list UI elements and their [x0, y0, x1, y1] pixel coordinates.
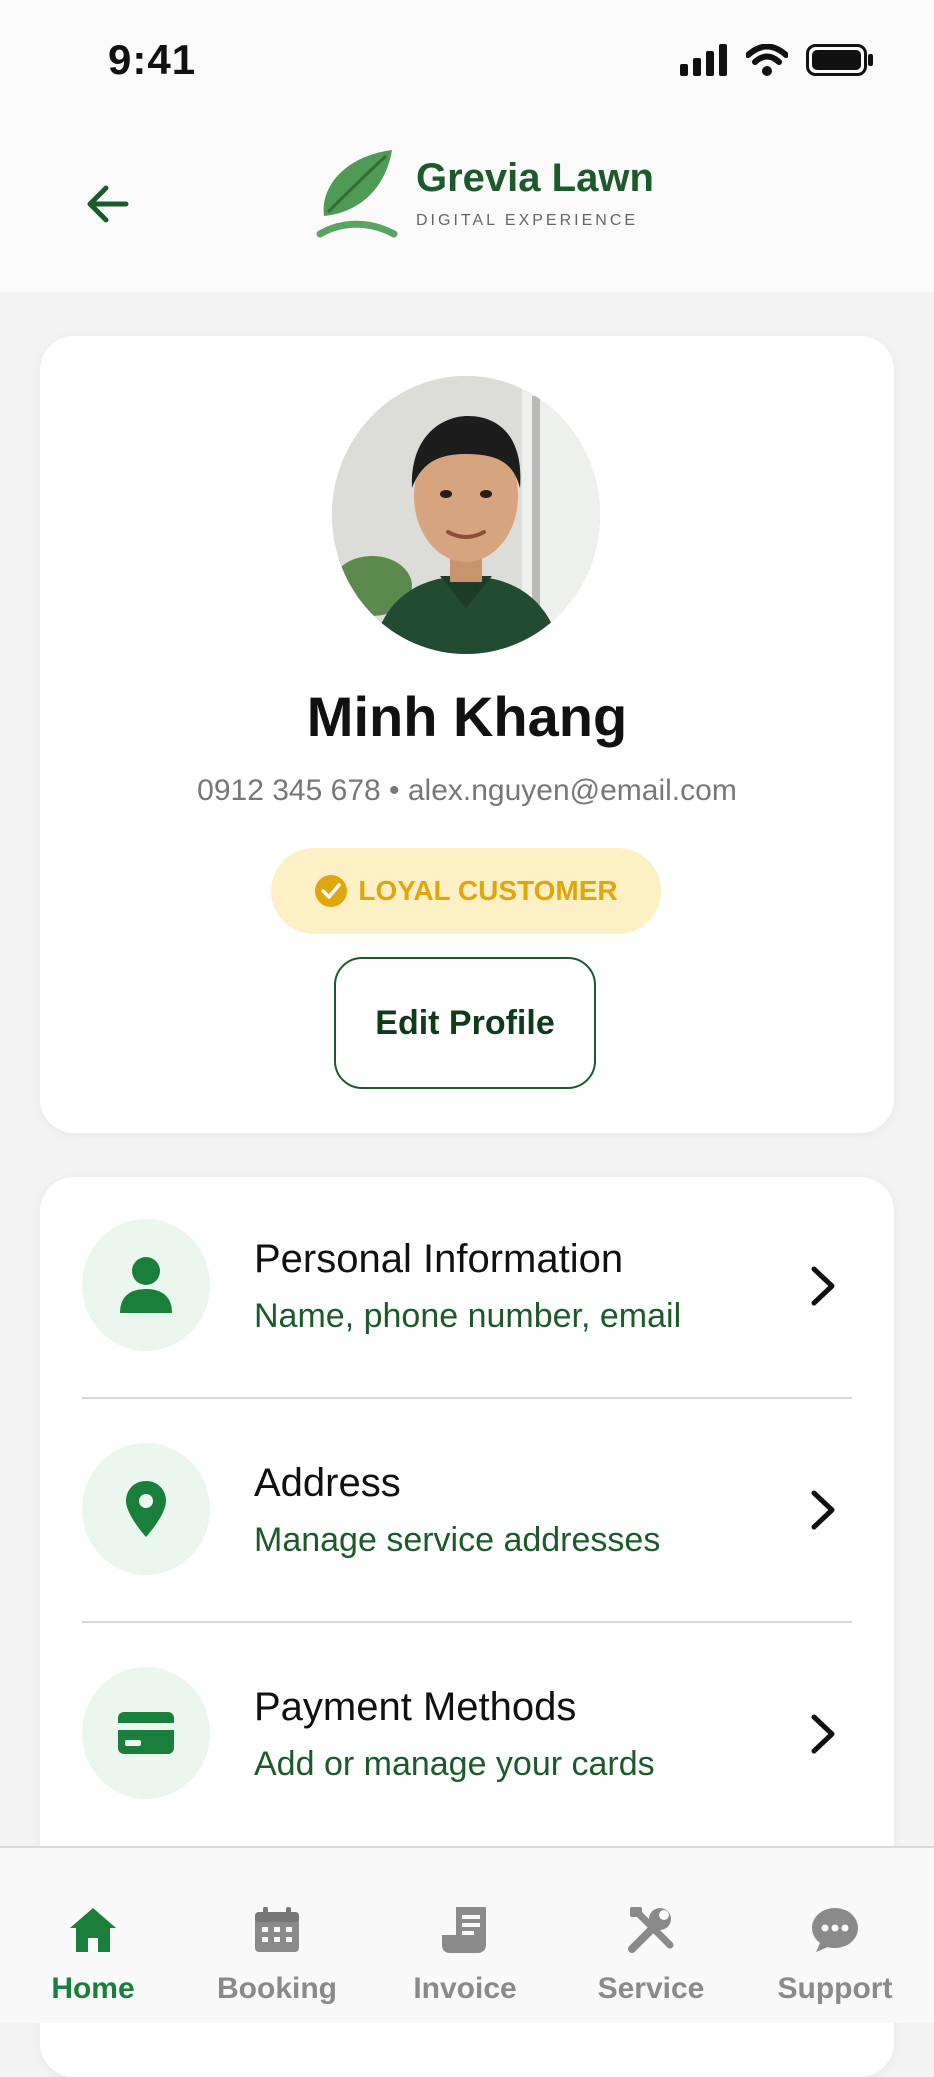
home-icon	[70, 1908, 116, 1952]
check-circle-icon	[315, 875, 348, 907]
leaf-logo-icon	[316, 150, 398, 238]
header-bar: 9:41 Grevia Lawn DIGITAL EXPERIENCE	[0, 0, 934, 292]
invoice-icon	[442, 1907, 486, 1953]
menu-item-personal-information[interactable]: Personal Information Name, phone number,…	[40, 1177, 894, 1367]
credit-card-icon	[118, 1712, 174, 1754]
badge-label: LOYAL CUSTOMER	[358, 875, 618, 906]
nav-label: Support	[777, 1972, 893, 2005]
divider	[82, 1397, 852, 1399]
nav-booking[interactable]: Booking	[184, 1848, 370, 2023]
person-icon	[120, 1257, 172, 1313]
nav-support[interactable]: Support	[742, 1848, 928, 2023]
edit-profile-button[interactable]: Edit Profile	[334, 957, 596, 1089]
menu-item-subtitle: Name, phone number, email	[254, 1297, 682, 1335]
menu-item-title: Personal Information	[254, 1237, 624, 1281]
profile-card: Minh Khang 0912 345 678 • alex.nguyen@em…	[40, 336, 894, 1133]
brand-name: Grevia Lawn	[416, 156, 654, 200]
nav-label: Home	[51, 1972, 135, 2005]
status-icons	[680, 44, 874, 76]
chevron-right-icon	[811, 1490, 835, 1530]
nav-label: Invoice	[413, 1972, 517, 2005]
nav-service[interactable]: Service	[558, 1848, 744, 2023]
wifi-icon	[746, 44, 788, 76]
nav-home[interactable]: Home	[0, 1848, 186, 2023]
menu-item-payment-methods[interactable]: Payment Methods Add or manage your cards	[40, 1625, 894, 1815]
status-time: 9:41	[108, 36, 197, 83]
tools-icon	[628, 1907, 674, 1953]
chat-icon	[812, 1908, 858, 1952]
location-pin-icon	[126, 1481, 166, 1537]
brand-logo: Grevia Lawn DIGITAL EXPERIENCE	[316, 146, 654, 242]
menu-item-subtitle: Manage service addresses	[254, 1521, 661, 1559]
status-badge: LOYAL CUSTOMER	[271, 848, 661, 934]
menu-item-address[interactable]: Address Manage service addresses	[40, 1401, 894, 1591]
chevron-right-icon	[811, 1714, 835, 1754]
nav-label: Service	[597, 1972, 705, 2005]
calendar-icon	[255, 1907, 299, 1952]
brand-tagline: DIGITAL EXPERIENCE	[416, 212, 639, 229]
divider	[82, 1621, 852, 1623]
chevron-right-icon	[811, 1266, 835, 1306]
menu-item-subtitle: Add or manage your cards	[254, 1745, 655, 1783]
menu-item-title: Address	[254, 1461, 401, 1505]
battery-icon	[806, 44, 873, 76]
avatar	[332, 376, 600, 654]
nav-invoice[interactable]: Invoice	[372, 1848, 558, 2023]
signal-icon	[680, 44, 727, 76]
menu-item-title: Payment Methods	[254, 1685, 577, 1729]
nav-label: Booking	[217, 1972, 337, 2005]
back-arrow-icon[interactable]	[80, 176, 136, 232]
bottom-navigation: Home Booking Invoice Service Support	[0, 1846, 934, 2023]
profile-contact: 0912 345 678 • alex.nguyen@email.com	[197, 774, 737, 807]
profile-name: Minh Khang	[306, 685, 628, 748]
